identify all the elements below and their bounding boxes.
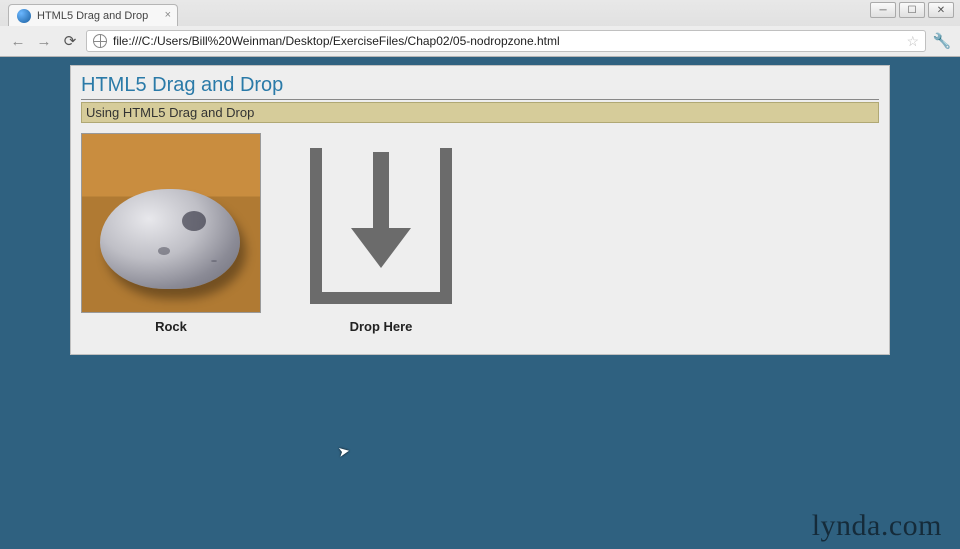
dropzone-caption: Drop Here xyxy=(301,319,461,334)
draggable-item[interactable]: Rock xyxy=(81,133,261,334)
browser-chrome: HTML5 Drag and Drop × ─ ☐ ✕ ← → ⟳ file:/… xyxy=(0,0,960,57)
globe-icon xyxy=(93,34,107,48)
drop-target[interactable]: Drop Here xyxy=(301,133,461,334)
address-bar: ← → ⟳ file:///C:/Users/Bill%20Weinman/De… xyxy=(0,26,960,56)
browser-tab[interactable]: HTML5 Drag and Drop × xyxy=(8,4,178,26)
viewport: HTML5 Drag and Drop Using HTML5 Drag and… xyxy=(0,65,960,549)
tab-title: HTML5 Drag and Drop xyxy=(37,10,148,22)
dropzone-graphic[interactable] xyxy=(301,133,461,313)
tabstrip: HTML5 Drag and Drop × ─ ☐ ✕ xyxy=(0,0,960,26)
maximize-button[interactable]: ☐ xyxy=(899,2,925,18)
back-button[interactable]: ← xyxy=(8,31,28,51)
rock-shape xyxy=(100,189,240,289)
rock-image[interactable] xyxy=(81,133,261,313)
mouse-cursor-icon: ➤ xyxy=(337,442,352,461)
watermark-text: lynda.com xyxy=(812,509,942,543)
page-title: HTML5 Drag and Drop xyxy=(81,70,879,100)
reload-button[interactable]: ⟳ xyxy=(60,31,80,51)
close-window-button[interactable]: ✕ xyxy=(928,2,954,18)
page-container: HTML5 Drag and Drop Using HTML5 Drag and… xyxy=(70,65,890,355)
drop-arrow-icon xyxy=(306,138,456,308)
minimize-button[interactable]: ─ xyxy=(870,2,896,18)
url-text: file:///C:/Users/Bill%20Weinman/Desktop/… xyxy=(113,34,560,48)
content-row: Rock Drop Here xyxy=(81,133,879,334)
close-tab-icon[interactable]: × xyxy=(165,9,171,21)
page-subheading: Using HTML5 Drag and Drop xyxy=(81,102,879,123)
url-input[interactable]: file:///C:/Users/Bill%20Weinman/Desktop/… xyxy=(86,30,926,52)
forward-button[interactable]: → xyxy=(34,31,54,51)
settings-wrench-icon[interactable]: 🔧 xyxy=(932,32,952,50)
bookmark-star-icon[interactable]: ☆ xyxy=(906,33,919,50)
draggable-caption: Rock xyxy=(81,319,261,334)
favicon-icon xyxy=(17,9,31,23)
window-controls: ─ ☐ ✕ xyxy=(870,2,954,18)
